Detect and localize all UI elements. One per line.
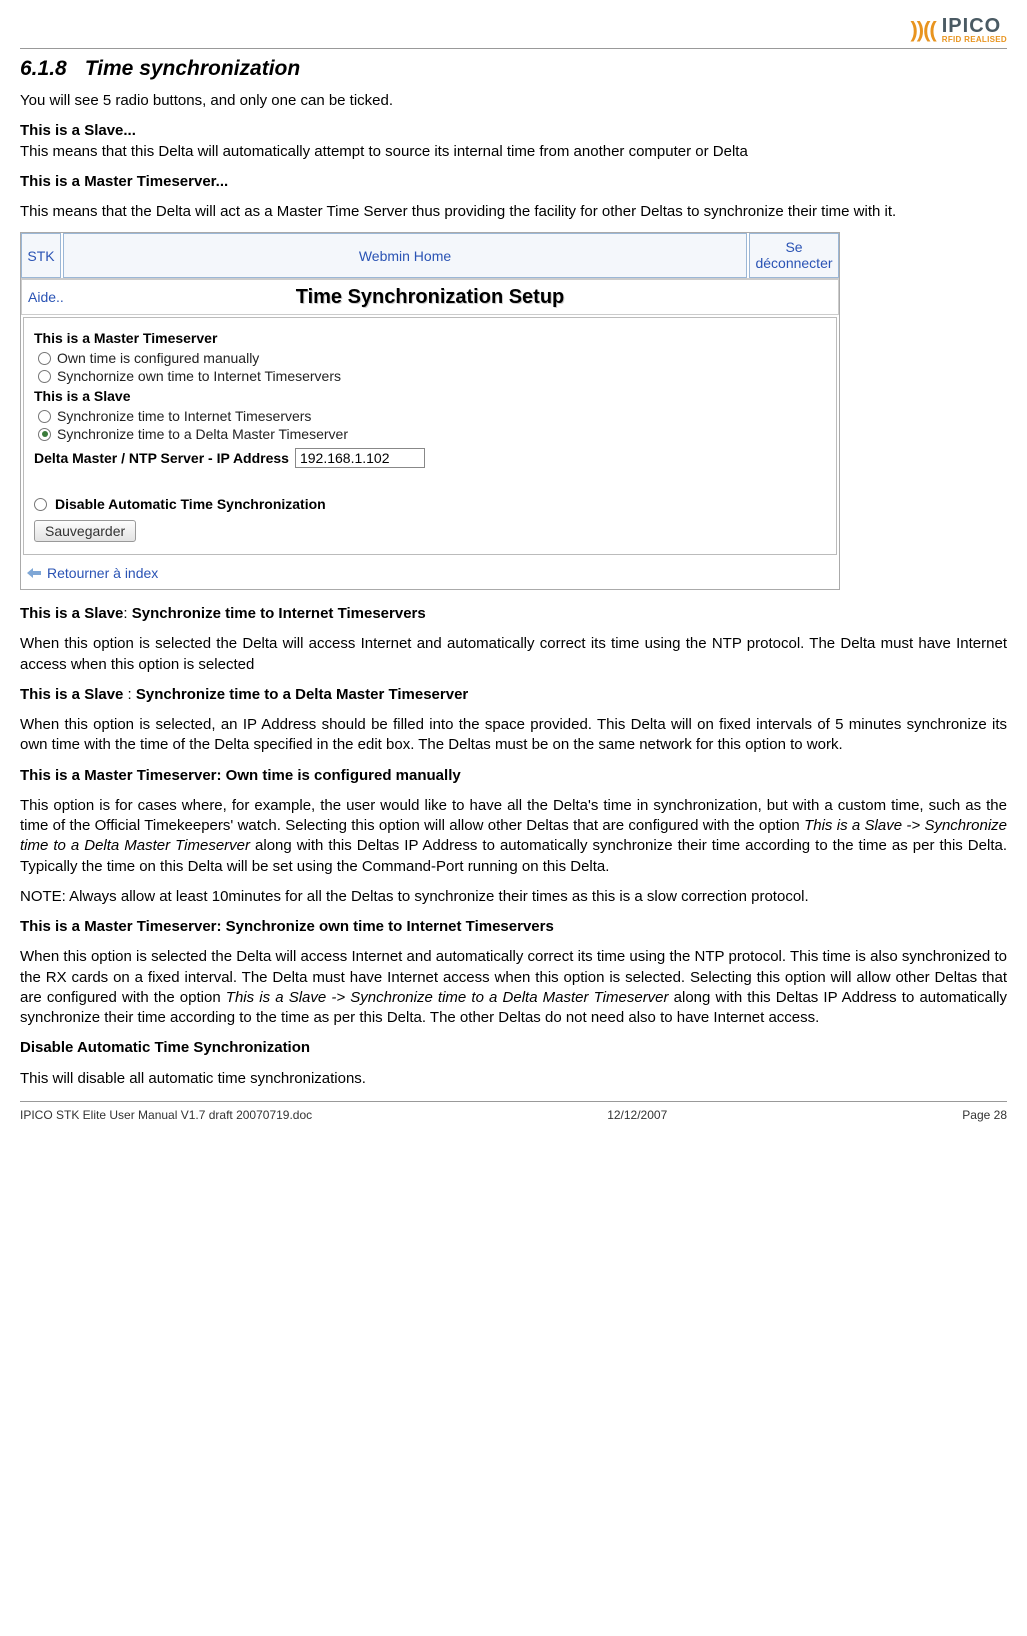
radio-disable-sync[interactable] bbox=[34, 498, 47, 511]
opt3-heading: This is a Master Timeserver: Own time is… bbox=[20, 766, 1007, 786]
time-sync-form: This is a Master Timeserver Own time is … bbox=[23, 317, 837, 555]
opt2-heading: This is a Slave : Synchronize time to a … bbox=[20, 685, 1007, 705]
ip-address-input[interactable] bbox=[295, 448, 425, 468]
logout-line1: Se bbox=[785, 240, 802, 255]
nav-webmin-home-link[interactable]: Webmin Home bbox=[63, 233, 747, 278]
radio-own-time-manual-label: Own time is configured manually bbox=[57, 350, 259, 366]
footer-date: 12/12/2007 bbox=[607, 1108, 667, 1122]
section-title: 6.1.8 Time synchronization bbox=[20, 57, 1007, 81]
opt3-text: This option is for cases where, for exam… bbox=[20, 796, 1007, 877]
master-text: This means that the Delta will act as a … bbox=[20, 202, 1007, 222]
slave-text: This means that this Delta will automati… bbox=[20, 143, 748, 160]
logo-brand: IPICO bbox=[942, 16, 1007, 36]
radio-slave-sync-internet-label: Synchronize time to Internet Timeservers bbox=[57, 408, 311, 424]
arrow-left-icon bbox=[27, 568, 41, 578]
section-heading: Time synchronization bbox=[85, 57, 301, 80]
radio-own-time-manual[interactable] bbox=[38, 352, 51, 365]
logout-line2: déconnecter bbox=[755, 256, 832, 271]
return-link[interactable]: Retourner à index bbox=[21, 559, 839, 589]
opt3-note: NOTE: Always allow at least 10minutes fo… bbox=[20, 887, 1007, 907]
footer-filename: IPICO STK Elite User Manual V1.7 draft 2… bbox=[20, 1108, 312, 1122]
nav-logout-link[interactable]: Se déconnecter bbox=[749, 233, 839, 278]
ip-address-label: Delta Master / NTP Server - IP Address bbox=[34, 450, 289, 466]
section-number: 6.1.8 bbox=[20, 57, 67, 80]
intro-text: You will see 5 radio buttons, and only o… bbox=[20, 91, 1007, 111]
opt1-text: When this option is selected the Delta w… bbox=[20, 634, 1007, 675]
nav-stk-link[interactable]: STK bbox=[21, 233, 61, 278]
opt5-text: This will disable all automatic time syn… bbox=[20, 1069, 1007, 1089]
return-link-label: Retourner à index bbox=[47, 565, 158, 581]
help-link[interactable]: Aide.. bbox=[22, 289, 70, 305]
radio-slave-sync-delta[interactable] bbox=[38, 428, 51, 441]
master-group-label: This is a Master Timeserver bbox=[34, 330, 826, 346]
footer-page: Page 28 bbox=[962, 1108, 1007, 1122]
page-footer: IPICO STK Elite User Manual V1.7 draft 2… bbox=[20, 1101, 1007, 1122]
slave-group-label: This is a Slave bbox=[34, 388, 826, 404]
opt5-heading: Disable Automatic Time Synchronization bbox=[20, 1038, 1007, 1058]
master-heading: This is a Master Timeserver... bbox=[20, 172, 1007, 192]
opt4-heading: This is a Master Timeserver: Synchronize… bbox=[20, 917, 1007, 937]
logo-tagline: RFID REALISED bbox=[942, 36, 1007, 44]
ipico-logo-icon: ))(( bbox=[910, 17, 935, 43]
radio-master-sync-internet[interactable] bbox=[38, 370, 51, 383]
opt2-text: When this option is selected, an IP Addr… bbox=[20, 715, 1007, 756]
radio-disable-sync-label: Disable Automatic Time Synchronization bbox=[55, 496, 326, 512]
slave-block: This is a Slave... This means that this … bbox=[20, 121, 1007, 162]
save-button[interactable]: Sauvegarder bbox=[34, 520, 136, 542]
radio-master-sync-internet-label: Synchornize own time to Internet Timeser… bbox=[57, 368, 341, 384]
screenshot-figure: STK Webmin Home Se déconnecter Aide.. Ti… bbox=[20, 232, 840, 590]
slave-heading: This is a Slave... bbox=[20, 122, 136, 139]
header-rule bbox=[20, 48, 1007, 49]
module-title: Time Synchronization Setup bbox=[296, 286, 565, 309]
opt4-text: When this option is selected the Delta w… bbox=[20, 947, 1007, 1028]
radio-slave-sync-delta-label: Synchronize time to a Delta Master Times… bbox=[57, 426, 348, 442]
radio-slave-sync-internet[interactable] bbox=[38, 410, 51, 423]
opt1-heading: This is a Slave: Synchronize time to Int… bbox=[20, 604, 1007, 624]
header-logo: ))(( IPICO RFID REALISED bbox=[20, 10, 1007, 46]
